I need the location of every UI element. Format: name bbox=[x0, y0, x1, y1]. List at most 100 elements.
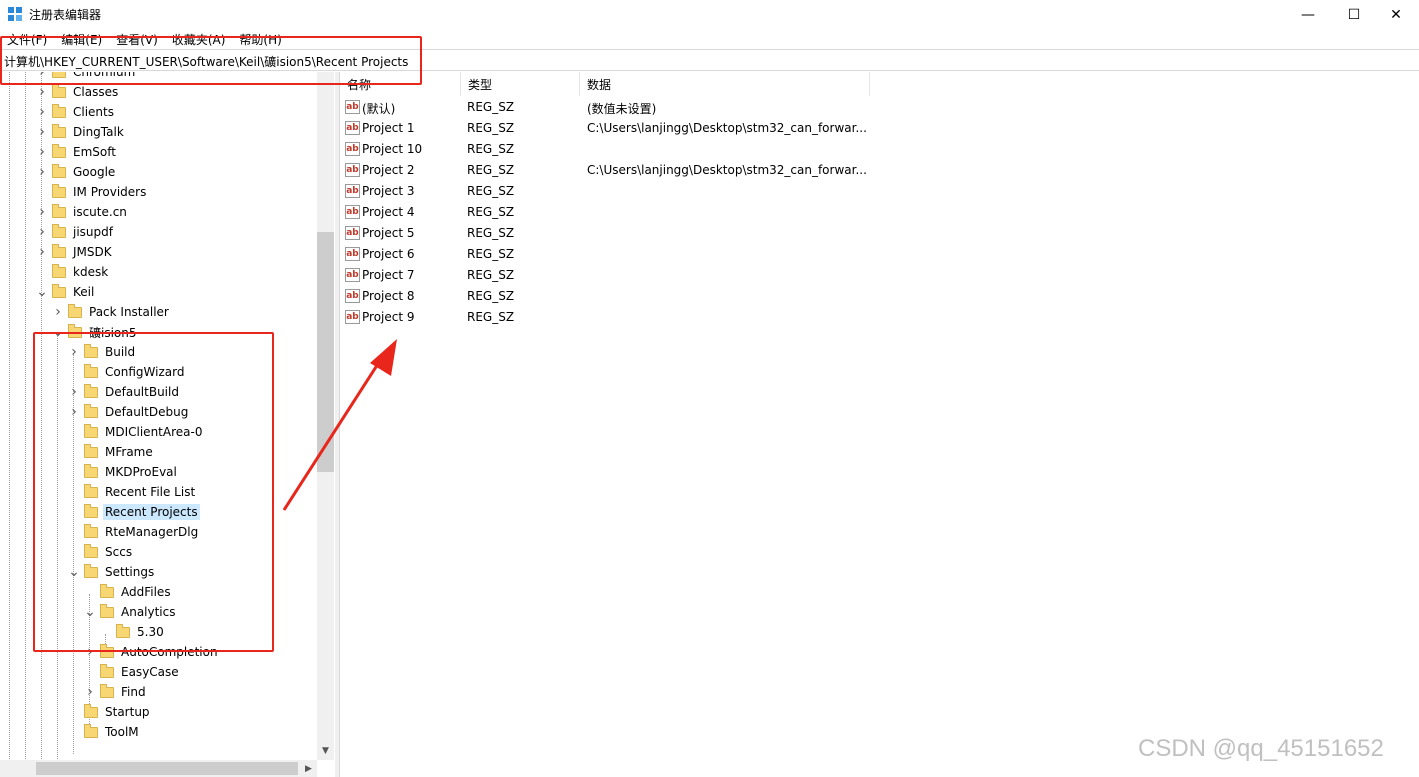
tree-vertical-scroll-thumb[interactable] bbox=[317, 232, 334, 472]
tree-guide-line bbox=[25, 72, 26, 777]
value-name: Project 2 bbox=[362, 163, 415, 177]
expand-chevron-icon[interactable]: › bbox=[36, 82, 48, 102]
value-row[interactable]: ab Project 9 REG_SZ bbox=[340, 307, 940, 328]
string-value-icon: ab bbox=[345, 205, 360, 219]
annotation-box-address bbox=[0, 36, 422, 85]
tree-node-label: IM Providers bbox=[73, 185, 147, 199]
folder-icon bbox=[84, 703, 98, 718]
value-type: REG_SZ bbox=[467, 247, 515, 261]
value-name: Project 1 bbox=[362, 121, 415, 135]
collapse-chevron-icon[interactable]: ⌄ bbox=[36, 282, 48, 302]
value-row[interactable]: ab Project 1 REG_SZ C:\Users\lanjingg\Deskt… bbox=[340, 118, 940, 139]
expand-chevron-icon[interactable]: › bbox=[36, 222, 48, 242]
value-row[interactable]: ab Project 8 REG_SZ bbox=[340, 286, 940, 307]
tree-node-label: Keil bbox=[73, 285, 95, 299]
folder-icon bbox=[52, 183, 66, 198]
folder-icon bbox=[52, 143, 66, 158]
tree-node[interactable]: › Classes bbox=[36, 82, 120, 102]
tree-node-label: Clients bbox=[73, 105, 114, 119]
value-name: Project 5 bbox=[362, 226, 415, 240]
string-value-icon: ab bbox=[345, 121, 360, 135]
tree-node[interactable]: › Google bbox=[36, 162, 117, 182]
scroll-right-arrow-icon[interactable]: ▶ bbox=[300, 760, 317, 777]
value-row[interactable]: ab Project 10 REG_SZ bbox=[340, 139, 940, 160]
value-type: REG_SZ bbox=[467, 310, 515, 324]
folder-icon bbox=[84, 723, 98, 738]
values-list: 名称 类型 数据 ab (默认) REG_SZ (数值未设置) ab Project 1R… bbox=[340, 72, 1419, 777]
folder-icon bbox=[68, 303, 82, 318]
expand-chevron-icon[interactable]: › bbox=[36, 202, 48, 222]
value-type: REG_SZ bbox=[467, 289, 515, 303]
tree-node[interactable]: kdesk bbox=[36, 262, 110, 282]
value-type: REG_SZ bbox=[467, 184, 515, 198]
value-row[interactable]: ab Project 2 REG_SZ C:\Users\lanjingg\Deskt… bbox=[340, 160, 940, 181]
tree-node-label: Startup bbox=[105, 705, 150, 719]
watermark: CSDN @qq_45151652 bbox=[1138, 735, 1384, 762]
tree-node[interactable]: › Pack Installer bbox=[52, 302, 171, 322]
value-type: REG_SZ bbox=[467, 142, 515, 156]
tree-node[interactable]: Startup bbox=[68, 702, 152, 722]
value-row[interactable]: ab Project 4 REG_SZ bbox=[340, 202, 940, 223]
string-value-icon: ab bbox=[345, 100, 360, 114]
value-type: REG_SZ bbox=[467, 163, 515, 177]
tree-node[interactable]: ToolM bbox=[68, 722, 141, 742]
column-header-type[interactable]: 类型 bbox=[461, 72, 580, 96]
annotation-box-tree bbox=[33, 332, 274, 652]
tree-node[interactable]: › EmSoft bbox=[36, 142, 118, 162]
title-bar: 注册表编辑器 — ☐ ✕ bbox=[0, 0, 1419, 30]
column-header-data[interactable]: 数据 bbox=[580, 72, 870, 96]
tree-node[interactable]: › Find bbox=[84, 682, 148, 702]
value-row[interactable]: ab Project 5 REG_SZ bbox=[340, 223, 940, 244]
tree-node[interactable]: › jisupdf bbox=[36, 222, 115, 242]
tree-node[interactable]: ⌄ Keil bbox=[36, 282, 96, 302]
folder-icon bbox=[52, 263, 66, 278]
value-name: (默认) bbox=[362, 102, 396, 116]
value-data: C:\Users\lanjingg\Desktop\stm32_can_forw… bbox=[587, 163, 867, 177]
string-value-icon: ab bbox=[345, 268, 360, 282]
tree-node[interactable]: › DingTalk bbox=[36, 122, 126, 142]
scroll-down-arrow-icon[interactable]: ▼ bbox=[317, 742, 334, 759]
tree-node[interactable]: › JMSDK bbox=[36, 242, 114, 262]
tree-node[interactable]: › Clients bbox=[36, 102, 116, 122]
value-name: Project 8 bbox=[362, 289, 415, 303]
expand-chevron-icon[interactable]: › bbox=[36, 242, 48, 262]
folder-icon bbox=[52, 243, 66, 258]
minimize-button[interactable]: — bbox=[1285, 0, 1331, 30]
tree-node-label: ToolM bbox=[105, 725, 139, 739]
tree-node[interactable]: EasyCase bbox=[84, 662, 181, 682]
value-row[interactable]: ab Project 6 REG_SZ bbox=[340, 244, 940, 265]
expand-chevron-icon[interactable]: › bbox=[84, 682, 96, 702]
string-value-icon: ab bbox=[345, 163, 360, 177]
value-row[interactable]: ab (默认) REG_SZ (数值未设置) bbox=[340, 97, 940, 118]
expand-chevron-icon[interactable]: › bbox=[36, 102, 48, 122]
value-type: REG_SZ bbox=[467, 226, 515, 240]
tree-node[interactable]: › iscute.cn bbox=[36, 202, 129, 222]
folder-icon bbox=[52, 123, 66, 138]
expand-chevron-icon[interactable]: › bbox=[36, 162, 48, 182]
tree-horizontal-scroll-thumb[interactable] bbox=[36, 762, 298, 775]
string-value-icon: ab bbox=[345, 142, 360, 156]
tree-node-label: jisupdf bbox=[73, 225, 113, 239]
expand-chevron-icon[interactable]: › bbox=[36, 122, 48, 142]
value-name: Project 4 bbox=[362, 205, 415, 219]
value-row[interactable]: ab Project 3 REG_SZ bbox=[340, 181, 940, 202]
maximize-button[interactable]: ☐ bbox=[1331, 0, 1377, 30]
minimize-icon: — bbox=[1301, 7, 1315, 23]
column-header-data-label: 数据 bbox=[587, 77, 612, 92]
string-value-icon: ab bbox=[345, 247, 360, 261]
expand-chevron-icon[interactable]: › bbox=[36, 142, 48, 162]
string-value-icon: ab bbox=[345, 310, 360, 324]
expand-chevron-icon[interactable]: › bbox=[52, 302, 64, 322]
string-value-icon: ab bbox=[345, 184, 360, 198]
tree-node-label: Classes bbox=[73, 85, 119, 99]
tree-node-label: EmSoft bbox=[73, 145, 116, 159]
tree-node[interactable]: IM Providers bbox=[36, 182, 148, 202]
close-button[interactable]: ✕ bbox=[1373, 0, 1419, 30]
value-type: REG_SZ bbox=[467, 268, 515, 282]
tree-guide-line bbox=[9, 72, 10, 777]
tree-node-label: Find bbox=[121, 685, 146, 699]
value-row[interactable]: ab Project 7 REG_SZ bbox=[340, 265, 940, 286]
